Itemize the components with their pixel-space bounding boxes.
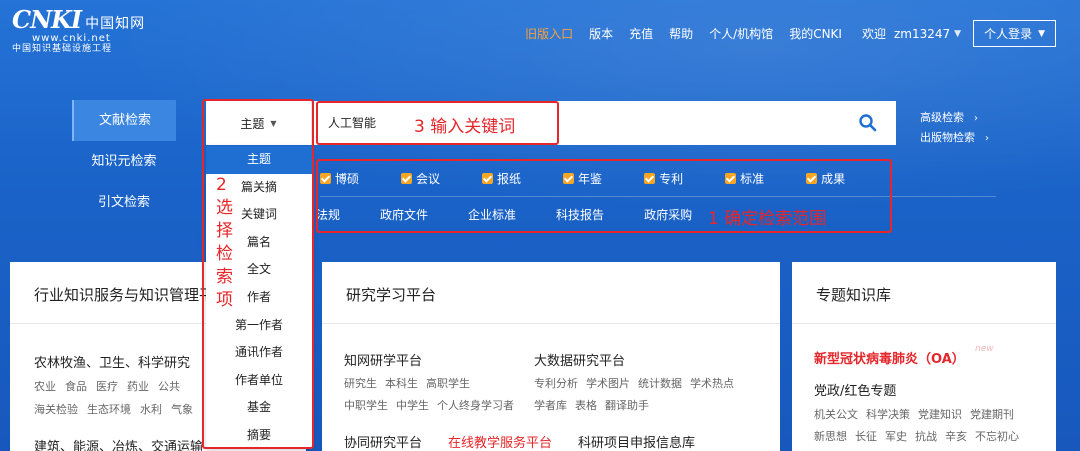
platform-links: 专利分析 学术图片 统计数据 学术热点 xyxy=(534,375,742,391)
link[interactable]: 食品 xyxy=(65,380,87,393)
welcome-text: 欢迎 xyxy=(861,27,886,41)
link[interactable]: 农业 xyxy=(34,380,56,393)
chevron-right-icon: › xyxy=(985,133,989,144)
link[interactable]: 医疗 xyxy=(96,380,118,393)
link[interactable]: 气象 xyxy=(171,403,193,416)
nav-version[interactable]: 版本 xyxy=(589,25,613,42)
link[interactable]: 公共 xyxy=(158,380,180,393)
link[interactable]: 抗战 xyxy=(915,430,937,443)
advanced-links: 高级检索 › 出版物检索 › xyxy=(920,108,989,148)
platform-links: 研究生 本科生 高职学生 xyxy=(344,375,522,391)
platform-links: 中职学生 中学生 个人终身学习者 xyxy=(344,397,522,413)
card-links: 海关检验 生态环境 水利 气象 xyxy=(34,401,202,417)
search-icon xyxy=(859,114,877,132)
search-type-tabs: 文献检索 知识元检索 引文检索 xyxy=(72,100,176,223)
link[interactable]: 学术热点 xyxy=(690,377,734,390)
link-collab-research[interactable]: 协同研究平台 xyxy=(344,432,422,451)
cnki-logo[interactable]: CNKI 中国知网 www.cnki.net 中国知识基础设施工程 xyxy=(12,8,145,55)
nav-old-version[interactable]: 旧版入口 xyxy=(525,25,573,42)
card-topic-knowledge: 专题知识库 新型冠状病毒肺炎（OA） new 党政/红色专题 机关公文 科学决策党… xyxy=(792,262,1056,451)
link[interactable]: 党建知识 xyxy=(918,408,962,421)
card-title: 研究学习平台 xyxy=(322,262,780,324)
top-nav: 旧版入口 版本 充值 帮助 个人/机构馆 我的CNKI 欢迎 zm13247 ▼… xyxy=(509,20,1056,47)
card-heading[interactable]: 党政/红色专题 xyxy=(814,380,896,399)
card-links: 农业 食品 医疗 药业 公共 xyxy=(34,378,189,394)
username: zm13247 xyxy=(893,26,951,41)
link-project-application[interactable]: 科研项目申报信息库 xyxy=(578,432,695,451)
nav-my-cnki[interactable]: 我的CNKI xyxy=(789,25,842,42)
platform-bottom-links: 协同研究平台 在线教学服务平台 科研项目申报信息库 xyxy=(344,432,721,451)
login-label: 个人登录 xyxy=(984,27,1033,41)
link[interactable]: 科学决策 xyxy=(866,408,910,421)
card-research-platform: 研究学习平台 知网研学平台 研究生 本科生 高职学生 中职学生 中学生 个人终身学习者 … xyxy=(322,262,780,451)
covid-topic-link[interactable]: 新型冠状病毒肺炎（OA） xyxy=(814,348,965,367)
nav-recharge[interactable]: 充值 xyxy=(629,25,653,42)
link[interactable]: 新思想 xyxy=(814,430,847,443)
nav-help[interactable]: 帮助 xyxy=(669,25,693,42)
platform-block: 大数据研究平台 专利分析 学术图片 统计数据 学术热点 学者库 表格 翻译助手 xyxy=(534,350,742,413)
tab-literature-search[interactable]: 文献检索 xyxy=(72,100,176,141)
card-links: 机关公文 科学决策 党建知识 党建期刊 xyxy=(814,406,1022,422)
platform-heading[interactable]: 大数据研究平台 xyxy=(534,350,742,369)
link[interactable]: 中职学生 xyxy=(344,399,388,412)
card-title: 专题知识库 xyxy=(792,262,1056,324)
link[interactable]: 研究生 xyxy=(344,377,377,390)
link-online-teaching[interactable]: 在线教学服务平台 xyxy=(448,432,552,451)
link[interactable]: 水利 xyxy=(140,403,162,416)
search-button[interactable] xyxy=(858,113,878,133)
platform-block: 知网研学平台 研究生 本科生 高职学生 中职学生 中学生 个人终身学习者 xyxy=(344,350,522,413)
link[interactable]: 高职学生 xyxy=(426,377,470,390)
login-button[interactable]: 个人登录 ▼ xyxy=(973,20,1056,47)
link[interactable]: 学术图片 xyxy=(586,377,630,390)
link[interactable]: 表格 xyxy=(575,399,597,412)
publication-search-label: 出版物检索 xyxy=(920,131,975,144)
link[interactable]: 本科生 xyxy=(385,377,418,390)
link[interactable]: 军史 xyxy=(885,430,907,443)
annotation-keyword: 3 输入关键词 xyxy=(414,117,516,137)
link[interactable]: 统计数据 xyxy=(638,377,682,390)
link[interactable]: 不忘初心 xyxy=(975,430,1019,443)
user-menu[interactable]: 欢迎 zm13247 ▼ xyxy=(862,25,961,42)
platform-links: 学者库 表格 翻译助手 xyxy=(534,397,742,413)
tab-knowledge-search[interactable]: 知识元检索 xyxy=(72,141,176,182)
card-heading[interactable]: 建筑、能源、冶炼、交通运输 xyxy=(34,436,203,451)
nav-personal-institution[interactable]: 个人/机构馆 xyxy=(709,25,773,42)
link[interactable]: 生态环境 xyxy=(87,403,131,416)
link[interactable]: 专利分析 xyxy=(534,377,578,390)
card-heading[interactable]: 农林牧渔、卫生、科学研究 xyxy=(34,352,190,371)
link[interactable]: 学者库 xyxy=(534,399,567,412)
link[interactable]: 机关公文 xyxy=(814,408,858,421)
advanced-search-link[interactable]: 高级检索 › xyxy=(920,108,989,128)
logo-brand: CNKI xyxy=(12,5,82,34)
chevron-right-icon: › xyxy=(974,113,978,124)
link[interactable]: 个人终身学习者 xyxy=(437,399,514,412)
logo-brand-cn: 中国知网 xyxy=(85,16,146,32)
link[interactable]: 辛亥 xyxy=(945,430,967,443)
platform-heading[interactable]: 知网研学平台 xyxy=(344,350,522,369)
logo-url: www.cnki.net xyxy=(32,33,111,44)
chevron-down-icon: ▼ xyxy=(1038,28,1045,39)
publication-search-link[interactable]: 出版物检索 › xyxy=(920,128,989,148)
annotation-field: 2 选 择 检 索 项 xyxy=(216,175,233,310)
chevron-down-icon: ▼ xyxy=(954,28,962,39)
link[interactable]: 海关检验 xyxy=(34,403,78,416)
link[interactable]: 党建期刊 xyxy=(970,408,1014,421)
annotation-scope: 1 确定检索范围 xyxy=(708,209,827,229)
link[interactable]: 长征 xyxy=(855,430,877,443)
link[interactable]: 中学生 xyxy=(396,399,429,412)
link[interactable]: 药业 xyxy=(127,380,149,393)
tab-citation-search[interactable]: 引文检索 xyxy=(72,182,176,223)
link[interactable]: 翻译助手 xyxy=(605,399,649,412)
card-links: 新思想 长征 军史 抗战 辛亥 不忘初心 xyxy=(814,428,1027,444)
logo-subtitle: 中国知识基础设施工程 xyxy=(12,44,113,54)
advanced-search-label: 高级检索 xyxy=(920,111,964,124)
new-badge: new xyxy=(975,344,994,354)
